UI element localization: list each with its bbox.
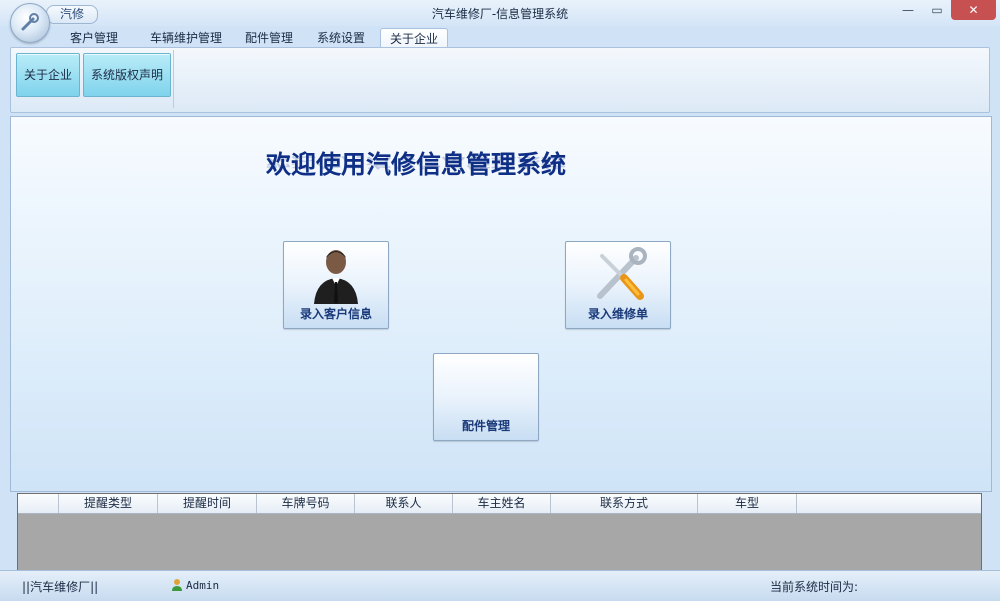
- column-reminder-type[interactable]: 提醒类型: [59, 494, 158, 513]
- ribbon-panel: 关于企业 系统版权声明: [10, 47, 990, 113]
- add-customer-info-button[interactable]: 录入客户信息: [283, 241, 389, 329]
- parts-management-label: 配件管理: [461, 419, 510, 433]
- ribbon-tab-bar: 客户管理 车辆维护管理 配件管理 系统设置 关于企业: [0, 26, 1000, 49]
- about-company-button[interactable]: 关于企业: [16, 53, 80, 97]
- welcome-title-reflection: 欢迎使用汽修信息管理系统: [266, 154, 567, 171]
- grid-header: 提醒类型 提醒时间 车牌号码 联系人 车主姓名 联系方式 车型: [18, 494, 981, 514]
- status-time-label: 当前系统时间为:: [770, 580, 859, 594]
- parts-management-button[interactable]: 配件管理: [433, 353, 539, 441]
- add-customer-info-label: 录入客户信息: [299, 307, 372, 321]
- column-reminder-time[interactable]: 提醒时间: [158, 494, 257, 513]
- status-user: Admin: [186, 579, 220, 592]
- add-repair-order-button[interactable]: 录入维修单: [565, 241, 671, 329]
- window-title: 汽车维修厂-信息管理系统: [431, 7, 569, 21]
- close-button[interactable]: ✕: [951, 0, 996, 20]
- user-icon: [172, 579, 182, 591]
- add-repair-order-label: 录入维修单: [587, 307, 648, 321]
- title-bar: 汽修 汽车维修厂-信息管理系统 — ▭ ✕: [0, 0, 1000, 26]
- minimize-button[interactable]: —: [893, 0, 923, 20]
- tools-icon: [597, 247, 647, 300]
- wrench-icon: [21, 13, 39, 31]
- grid-corner-cell[interactable]: [18, 494, 59, 513]
- application-menu-button[interactable]: [10, 3, 50, 43]
- column-owner-name[interactable]: 车主姓名: [453, 494, 551, 513]
- status-company: ||汽车维修厂||: [22, 580, 99, 594]
- ribbon-group-about: 关于企业 系统版权声明: [13, 50, 174, 108]
- main-panel: 欢迎使用汽修信息管理系统 欢迎使用汽修信息管理系统 录入客户信息 录入维修单 配…: [10, 116, 992, 492]
- column-phone[interactable]: 联系方式: [551, 494, 698, 513]
- tab-parts-management[interactable]: 配件管理: [236, 28, 302, 48]
- column-contact[interactable]: 联系人: [355, 494, 453, 513]
- tab-customer-management[interactable]: 客户管理: [60, 28, 128, 48]
- tab-vehicle-maintenance[interactable]: 车辆维护管理: [140, 28, 232, 48]
- tab-about-company[interactable]: 关于企业: [380, 28, 448, 49]
- status-bar: ||汽车维修厂|| Admin 当前系统时间为:: [0, 570, 1000, 601]
- column-car-model[interactable]: 车型: [698, 494, 797, 513]
- copyright-statement-button[interactable]: 系统版权声明: [83, 53, 171, 97]
- maximize-button[interactable]: ▭: [922, 0, 952, 20]
- column-plate-number[interactable]: 车牌号码: [257, 494, 355, 513]
- reminder-grid[interactable]: 提醒类型 提醒时间 车牌号码 联系人 车主姓名 联系方式 车型: [17, 493, 982, 571]
- tab-system-settings[interactable]: 系统设置: [308, 28, 374, 48]
- businessman-icon: [314, 250, 358, 304]
